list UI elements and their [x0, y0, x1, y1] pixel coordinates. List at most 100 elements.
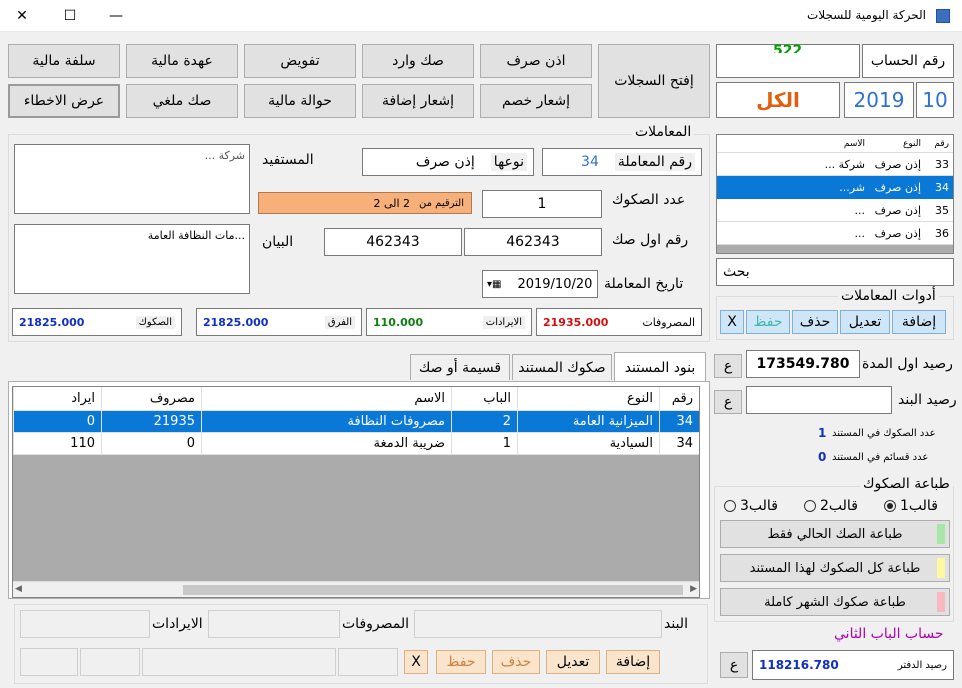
txn-number-field[interactable]: رقم المعاملة 34 — [542, 148, 702, 176]
list-item[interactable]: 34 إذن صرف شر... — [717, 176, 953, 199]
print-month-button[interactable]: طباعة صكوك الشهر كاملة — [720, 588, 950, 616]
editor-revenues-label: الايرادات — [152, 616, 203, 632]
print-month-label: طباعة صكوك الشهر كاملة — [764, 594, 906, 610]
title-bar: ✕ ☐ — الحركة اليومية للسجلات — [0, 0, 962, 32]
cancelled-check-button[interactable]: صك ملغي — [126, 84, 238, 118]
editor-save-button[interactable]: حفظ — [436, 650, 486, 674]
tools-add-button[interactable]: إضافة — [892, 310, 946, 334]
editor-extra-field-2[interactable] — [142, 648, 336, 676]
ledger-label: رصيد الدفتر — [897, 659, 947, 671]
transactions-list[interactable]: رقم النوع الاسم 33 إذن صرف شركة ... 34 إ… — [716, 134, 954, 254]
search-field[interactable]: بحث — [716, 258, 954, 286]
checks-total: الصكوك 21825.000 — [12, 308, 182, 336]
account-number-label: رقم الحساب — [862, 44, 954, 78]
advance-button[interactable]: سلفة مالية — [8, 44, 120, 78]
calendar-dropdown-icon: ▾▦ — [487, 278, 502, 290]
month-field[interactable]: 10 — [916, 82, 954, 118]
opening-balance-label: رصيد اول المدة — [862, 356, 953, 372]
payment-order-button[interactable]: اذن صرف — [480, 44, 592, 78]
item-calc-button[interactable]: ع — [714, 390, 742, 414]
checks-label: الصكوك — [135, 315, 175, 329]
expenses-label: المصروفات — [642, 315, 695, 329]
tools-save-button[interactable]: حفظ — [746, 310, 790, 334]
editor-extra-field-1[interactable] — [338, 648, 398, 676]
txn-type-field[interactable]: نوعها إذن صرف — [362, 148, 534, 176]
checks-in-doc-value: 1 — [818, 426, 827, 440]
transactions-title: المعاملات — [632, 124, 695, 140]
list-item[interactable]: 35 إذن صرف ... — [717, 199, 953, 222]
editor-revenues-field[interactable] — [20, 610, 150, 638]
expenses-total: المصروفات 21935.000 — [536, 308, 702, 336]
show-errors-button[interactable]: عرض الاخطاء — [8, 84, 120, 118]
custody-button[interactable]: عهدة مالية — [126, 44, 238, 78]
editor-expenses-field[interactable] — [208, 610, 340, 638]
tools-delete-button[interactable]: حذف — [792, 310, 838, 334]
beneficiary-field[interactable]: شركة ... — [14, 144, 250, 214]
maximize-button[interactable]: ☐ — [54, 0, 86, 32]
print-current-button[interactable]: طباعة الصك الحالي فقط — [720, 520, 950, 548]
template-2-radio[interactable]: قالب2 — [804, 498, 858, 514]
tools-edit-button[interactable]: تعديل — [840, 310, 890, 334]
item-field[interactable] — [414, 610, 662, 638]
print-all-doc-button[interactable]: طباعة كل الصكوك لهذا المستند — [720, 554, 950, 582]
tab-document-items[interactable]: بنود المستند — [614, 352, 706, 382]
cell-num: 34 — [659, 433, 699, 454]
open-records-button[interactable]: إفتح السجلات — [598, 44, 710, 118]
all-field[interactable]: الكل — [716, 82, 840, 118]
list-item[interactable]: 36 إذن صرف ... — [717, 222, 953, 245]
template-3-radio[interactable]: قالب3 — [724, 498, 778, 514]
print-current-color — [937, 524, 945, 544]
tools-cancel-button[interactable]: X — [720, 310, 744, 334]
authorization-button[interactable]: تفويض — [244, 44, 356, 78]
minimize-button[interactable]: — — [100, 0, 132, 32]
scroll-left-icon[interactable]: ◀ — [15, 584, 22, 594]
cell-chapter: 1 — [451, 433, 517, 454]
credit-notice-button[interactable]: إشعار إضافة — [362, 84, 474, 118]
incoming-check-button[interactable]: صك وارد — [362, 44, 474, 78]
item-balance-field[interactable] — [746, 386, 892, 414]
opening-balance-field[interactable]: 173549.780 — [746, 350, 860, 378]
year-field[interactable]: 2019 — [844, 82, 914, 118]
editor-expenses-label: المصروفات — [342, 616, 410, 632]
editor-add-button[interactable]: إضافة — [606, 650, 660, 674]
difference-label: الفرق — [324, 315, 355, 329]
opening-calc-button[interactable]: ع — [714, 354, 742, 378]
ledger-calc-button[interactable]: ع — [720, 652, 748, 678]
template-2-label: قالب2 — [820, 498, 858, 514]
editor-delete-button[interactable]: حذف — [492, 650, 540, 674]
debit-notice-button[interactable]: إشعار خصم — [480, 84, 592, 118]
checks-count-field[interactable]: 1 — [482, 190, 602, 218]
account-number-field[interactable]: 522 — [716, 43, 860, 78]
horizontal-scrollbar[interactable]: ◀ ▶ — [13, 581, 699, 597]
account-number-value: 522 — [773, 43, 803, 53]
date-picker[interactable]: ▾▦ 2019/10/20 — [482, 270, 598, 298]
first-check-field-b[interactable]: 462343 — [324, 228, 462, 256]
table-row[interactable]: 34 السيادية 1 ضريبة الدمغة 0 110 — [13, 433, 699, 455]
editor-extra-field-3[interactable] — [80, 648, 140, 676]
close-button[interactable]: ✕ — [6, 0, 38, 32]
template-1-radio[interactable]: قالب1 — [884, 498, 938, 514]
tab-coupon-or-check[interactable]: قسيمة أو صك — [410, 354, 510, 380]
transfer-button[interactable]: حوالة مالية — [244, 84, 356, 118]
tab-document-checks[interactable]: صكوك المستند — [512, 354, 612, 380]
editor-cancel-button[interactable]: X — [404, 650, 428, 674]
expenses-value: 21935.000 — [543, 315, 609, 329]
cell-chapter: 2 — [451, 411, 517, 432]
row-type: إذن صرف — [874, 203, 921, 217]
scroll-thumb[interactable] — [183, 585, 683, 595]
cell-num: 34 — [659, 411, 699, 432]
table-row[interactable]: 34 الميزانية العامة 2 مصروفات النظافة 21… — [13, 411, 699, 433]
cell-name: مصروفات النظافة — [201, 411, 451, 432]
ledger-balance-field: رصيد الدفتر 118216.780 — [752, 650, 954, 680]
editor-edit-button[interactable]: تعديل — [546, 650, 600, 674]
statement-field[interactable]: ...مات النظافة العامة — [14, 224, 250, 294]
txn-number-label: رقم المعاملة — [614, 153, 695, 171]
scroll-right-icon[interactable]: ▶ — [690, 584, 697, 594]
items-grid[interactable]: رقم النوع الباب الاسم مصروف ايراد 34 الم… — [12, 386, 700, 598]
list-item[interactable]: 33 إذن صرف شركة ... — [717, 153, 953, 176]
first-check-field-a[interactable]: 462343 — [464, 228, 602, 256]
printing-title: طباعة الصكوك — [860, 476, 953, 492]
row-type: إذن صرف — [874, 157, 921, 171]
date-label: تاريخ المعاملة — [604, 276, 684, 292]
editor-extra-field-4[interactable] — [20, 648, 78, 676]
